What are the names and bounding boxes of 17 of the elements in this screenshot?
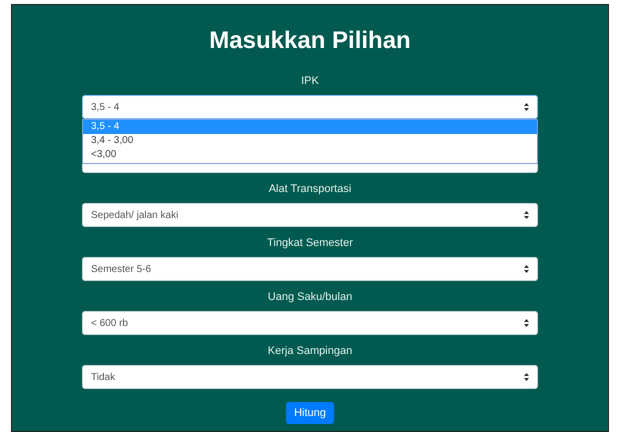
select-field[interactable]: Sepedah/ jalan kaki [82, 203, 538, 227]
select-arrow-icon [524, 103, 529, 111]
field-label: Kerja Sampingan [268, 344, 352, 359]
select-arrow-icon [524, 319, 529, 327]
field-label: Uang Saku/bulan [268, 290, 352, 305]
field-label: Alat Transportasi [268, 182, 352, 197]
field-label: IPK [301, 74, 319, 89]
calculate-button[interactable]: Hitung [286, 402, 334, 424]
select-field[interactable]: Semester 5-6 [82, 257, 538, 281]
select-field[interactable]: 3,5 - 4 [82, 95, 538, 119]
form-title: Masukkan Pilihan [209, 26, 411, 56]
field-label: Tingkat Semester [267, 236, 353, 251]
select-arrow-icon [524, 373, 529, 381]
select-field[interactable]: < 600 rb [82, 311, 538, 335]
select-field[interactable]: Tidak [82, 365, 538, 389]
select-arrow-icon [524, 211, 529, 219]
select-arrow-icon [524, 265, 529, 273]
